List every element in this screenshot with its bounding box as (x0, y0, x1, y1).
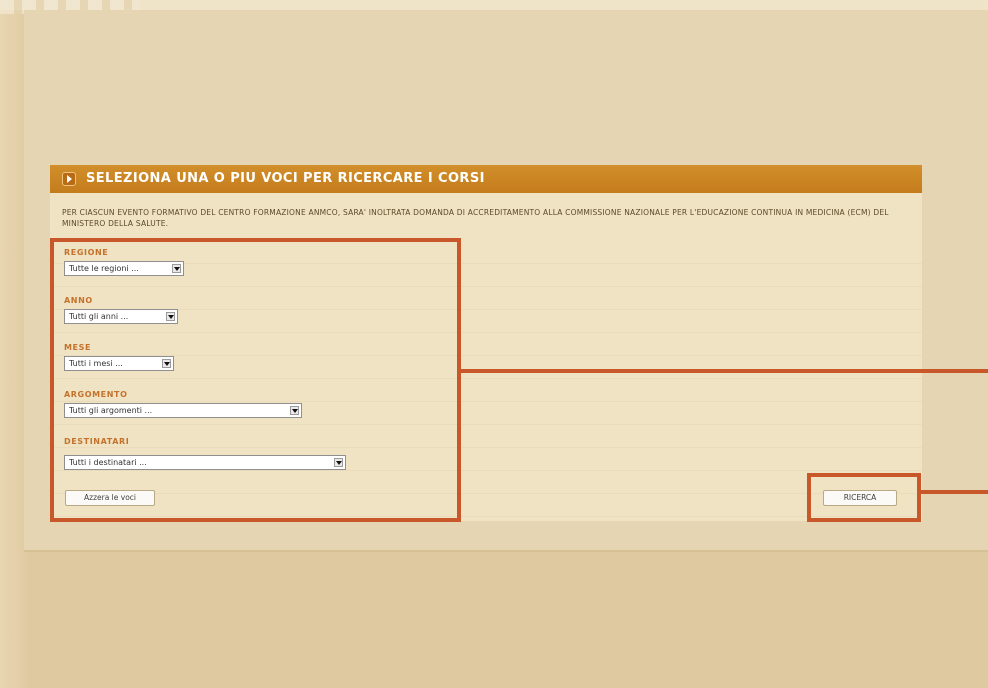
content-panel-divider (24, 550, 988, 552)
search-button-callout-line (921, 490, 988, 494)
background-top-stripe (0, 0, 988, 10)
search-button-callout-box (807, 473, 921, 522)
accreditation-notice: PER CIASCUN EVENTO FORMATIVO DEL CENTRO … (62, 208, 889, 228)
play-arrow-icon (62, 172, 76, 186)
search-title: SELEZIONA UNA O PIU VOCI PER RICERCARE I… (86, 171, 485, 186)
fields-callout-line (461, 369, 988, 373)
search-header: SELEZIONA UNA O PIU VOCI PER RICERCARE I… (50, 165, 922, 193)
fields-callout-box (50, 238, 461, 522)
